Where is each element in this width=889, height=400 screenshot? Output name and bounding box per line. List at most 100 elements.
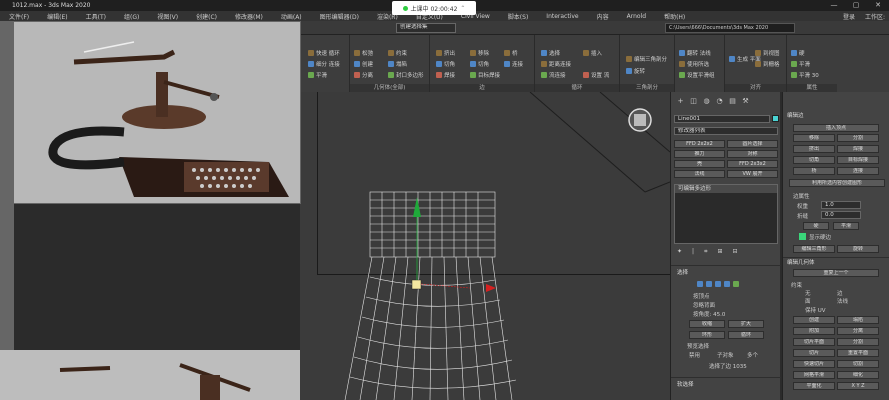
ribbon-chamfer[interactable]: 切角 <box>436 60 455 68</box>
menu-edit[interactable]: 编辑(E) <box>38 12 76 21</box>
menu-tools[interactable]: 工具(T) <box>77 12 115 21</box>
make-planar-button[interactable]: 平面化 <box>793 382 835 390</box>
ribbon-flow-connect[interactable]: 流连接 <box>541 71 566 79</box>
ribbon-edit-tri[interactable]: 编辑三角剖分 <box>626 55 667 63</box>
target-weld-edge-button[interactable]: 目标焊接 <box>837 156 879 164</box>
edit-edges-header[interactable]: 编辑边 <box>787 112 804 121</box>
modifier-ffd222-button[interactable]: FFD 2x2x2 <box>674 140 725 148</box>
grow-button[interactable]: 扩大 <box>728 320 764 328</box>
menu-group[interactable]: 组(G) <box>115 12 148 21</box>
ribbon-smooth[interactable]: 平滑 <box>308 71 327 79</box>
modifier-list-dropdown[interactable]: 修改器列表 <box>674 127 778 135</box>
show-hard-label[interactable]: 显示硬边 <box>809 233 831 241</box>
ribbon-turn[interactable]: 旋转 <box>626 67 645 75</box>
modifier-normal-button[interactable]: 法线 <box>674 170 725 178</box>
ribbon-constraint[interactable]: 约束 <box>388 49 407 57</box>
attach-button[interactable]: 附加 <box>793 327 835 335</box>
sign-in-button[interactable]: 登录 <box>843 12 855 21</box>
configure-sets-icon[interactable]: ⊟ <box>732 248 737 256</box>
ribbon-remove[interactable]: 移除 <box>470 49 489 57</box>
hierarchy-tab-icon[interactable]: ◍ <box>701 96 712 106</box>
ribbon-bridge[interactable]: 桥 <box>504 49 518 57</box>
ring-button[interactable]: 环形 <box>689 331 725 339</box>
ribbon-smooth-groups[interactable]: 设置平滑组 <box>679 71 715 79</box>
by-vertex-checkbox[interactable]: 按顶点 <box>693 292 710 300</box>
edit-tri-button[interactable]: 编辑三角形 <box>793 245 835 253</box>
modifier-vol-select-button[interactable]: 圆片选择 <box>727 140 778 148</box>
weld-edge-button[interactable]: 焊接 <box>837 145 879 153</box>
display-tab-icon[interactable]: ▤ <box>727 96 738 106</box>
create-shape-button[interactable]: 利用所选内容创建图形 <box>789 179 885 187</box>
planar-xyz-button[interactable]: X Y Z <box>837 382 879 390</box>
menu-arnold[interactable]: Arnold <box>618 13 655 20</box>
menu-scripting[interactable]: 脚本(S) <box>499 12 538 21</box>
smooth-edge-button[interactable]: 平滑 <box>833 222 859 230</box>
create-tab-icon[interactable]: + <box>675 96 686 106</box>
cut-button[interactable]: 切割 <box>837 360 879 368</box>
reset-plane-button[interactable]: 重置平面 <box>837 349 879 357</box>
ribbon-chamfer-2[interactable]: 切角 <box>470 60 489 68</box>
constraint-face-radio[interactable]: 面 <box>805 297 811 305</box>
edit-geometry-header[interactable]: 编辑几何体 <box>787 259 815 268</box>
preview-subobject-radio[interactable]: 子对象 <box>717 351 734 359</box>
menu-animation[interactable]: 动画(A) <box>272 12 311 21</box>
maximize-button[interactable]: ▢ <box>845 0 867 11</box>
ribbon-target-weld[interactable]: 目标焊接 <box>470 71 500 79</box>
ribbon-use-selected[interactable]: 使用所选 <box>679 60 709 68</box>
menu-content[interactable]: 内容 <box>588 12 618 21</box>
selection-rollout-header[interactable]: 选择 <box>677 269 688 278</box>
remove-edge-button[interactable]: 移除 <box>793 134 835 142</box>
shrink-button[interactable]: 收缩 <box>689 320 725 328</box>
ribbon-relax[interactable]: 松弛 <box>354 49 373 57</box>
menu-file[interactable]: 文件(F) <box>0 12 38 21</box>
workspace-label[interactable]: 工作区: <box>865 12 885 21</box>
ribbon-create[interactable]: 创建 <box>354 60 373 68</box>
bridge-edge-button[interactable]: 桥 <box>793 167 835 175</box>
ribbon-insert[interactable]: 插入 <box>583 49 602 57</box>
menu-graph-editors[interactable]: 图形编辑器(D) <box>311 12 368 21</box>
ribbon-smooth-2[interactable]: 平滑 <box>791 60 810 68</box>
connect-edge-button[interactable]: 连接 <box>837 167 879 175</box>
object-color-swatch[interactable] <box>772 115 779 122</box>
ribbon-subdivide[interactable]: 细分 连接 <box>308 60 340 68</box>
split-toggle-button[interactable]: 分割 <box>837 338 879 346</box>
ribbon-flip-normal[interactable]: 翻转 法线 <box>679 49 711 57</box>
polygon-mode-icon[interactable] <box>724 281 730 287</box>
quick-slice-button[interactable]: 快速切片 <box>793 360 835 368</box>
ribbon-extrude[interactable]: 挤出 <box>436 49 455 57</box>
soft-selection-rollout-header[interactable]: 软选择 <box>677 381 694 390</box>
modifier-push-button[interactable]: 推力 <box>674 150 725 158</box>
turn-button[interactable]: 旋转 <box>837 245 879 253</box>
menu-views[interactable]: 视图(V) <box>148 12 187 21</box>
crease-spinner[interactable]: 0.0 <box>821 211 861 219</box>
ribbon-to-view[interactable]: 到视图 <box>755 49 780 57</box>
modifier-symmetry-button[interactable]: 对称 <box>727 150 778 158</box>
preserve-uv-checkbox[interactable]: 保持 UV <box>805 306 826 314</box>
motion-tab-icon[interactable]: ◔ <box>714 96 725 106</box>
perspective-viewport[interactable] <box>300 92 670 400</box>
pin-stack-icon[interactable]: ✦ <box>677 248 682 256</box>
extrude-edge-button[interactable]: 挤出 <box>793 145 835 153</box>
stack-item-editable-poly[interactable]: 可编辑多边形 <box>675 185 777 193</box>
ribbon-to-grid[interactable]: 到栅格 <box>755 60 780 68</box>
menu-modifiers[interactable]: 修改器(M) <box>226 12 272 21</box>
show-end-result-icon[interactable]: | <box>692 248 694 256</box>
minimize-button[interactable]: — <box>823 0 845 11</box>
by-angle-checkbox[interactable]: 按角度: 45.0 <box>693 310 725 318</box>
ribbon-set-flow[interactable]: 设置 流 <box>583 71 609 79</box>
make-unique-icon[interactable]: ⌗ <box>704 248 707 256</box>
modifier-uvw-unwrap-button[interactable]: VW 展开 <box>727 170 778 178</box>
selection-set-dropdown[interactable]: 创建选择集 <box>396 23 456 33</box>
ribbon-quick-loop[interactable]: 快速 循环 <box>308 49 340 57</box>
edge-mode-icon[interactable] <box>706 281 712 287</box>
hard-edge-color-swatch[interactable] <box>799 233 806 240</box>
repeat-last-button[interactable]: 重复上一个 <box>793 269 879 277</box>
slice-plane-button[interactable]: 切片平面 <box>793 338 835 346</box>
create-button[interactable]: 创建 <box>793 316 835 324</box>
collapse-button[interactable]: 塌陷 <box>837 316 879 324</box>
tessellate-button[interactable]: 细化 <box>837 371 879 379</box>
recording-indicator[interactable]: 上课中 02:00:42 ⌃ <box>392 1 476 15</box>
preview-multi-radio[interactable]: 多个 <box>747 351 758 359</box>
constraint-normal-radio[interactable]: 法线 <box>837 297 848 305</box>
loop-button[interactable]: 循环 <box>728 331 764 339</box>
